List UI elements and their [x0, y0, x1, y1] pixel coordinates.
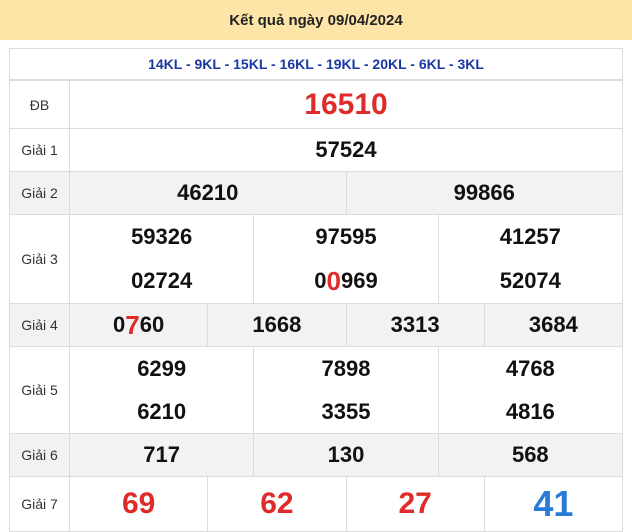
row-g5: Giải 5 6299 6210 7898 3355 4768 4816	[9, 346, 623, 434]
header-title: Kết quả ngày 09/04/2024	[229, 11, 403, 29]
prize-g4-2: 3313	[345, 304, 484, 346]
prize-g2-1: 99866	[345, 172, 623, 214]
prize-g2-0: 46210	[177, 180, 239, 205]
prize-g3-r2-1: 0 0 969	[314, 265, 378, 296]
label-g3: Giải 3	[9, 214, 70, 304]
prize-g3-r1-1: 97595	[315, 224, 377, 249]
prize-g5-r1-1: 7898	[321, 355, 371, 381]
prize-db: 16510	[69, 80, 623, 129]
prize-g5-r2-0: 6210	[137, 398, 187, 424]
label-g2: Giải 2	[9, 171, 70, 215]
prize-g4-0: 0 7 60	[113, 309, 165, 340]
results-table: ĐB 16510 Giải 1 57524 Giải 2 46210 99866…	[9, 80, 623, 532]
prize-g1: 57524	[69, 128, 623, 172]
prize-g6-2: 568	[437, 434, 622, 476]
row-g7: Giải 7 69 62 27 41	[9, 476, 623, 532]
label-g7: Giải 7	[9, 476, 70, 532]
ticket-codes: 14KL - 9KL - 15KL - 16KL - 19KL - 20KL -…	[9, 48, 623, 80]
prize-g3-r2-0: 02724	[131, 268, 193, 293]
row-db: ĐB 16510	[9, 80, 623, 129]
row-g3: Giải 3 59326 02724 97595 0 0 969 41257 520…	[9, 214, 623, 304]
results-header: Kết quả ngày 09/04/2024	[0, 0, 632, 40]
prize-g4-1: 1668	[207, 304, 345, 346]
row-g2: Giải 2 46210 99866	[9, 171, 623, 215]
label-g5: Giải 5	[9, 346, 70, 434]
label-g4: Giải 4	[9, 303, 70, 347]
results-page: Kết quả ngày 09/04/2024 14KL - 9KL - 15K…	[0, 0, 632, 532]
prize-g5-r1-2: 4768	[505, 355, 555, 381]
prize-g6-1: 130	[253, 434, 437, 476]
prize-g3-r1-0: 59326	[131, 224, 193, 249]
row-g1: Giải 1 57524	[9, 128, 623, 172]
row-g4: Giải 4 0 7 60 1668 3313 3684	[9, 303, 623, 347]
prize-g3-r1-2: 41257	[499, 224, 561, 249]
prize-g7-3: 41	[483, 477, 622, 531]
prize-g5-r2-1: 3355	[321, 398, 371, 424]
prize-g3-r2-2: 52074	[499, 268, 561, 293]
prize-g7-0: 69	[121, 487, 156, 520]
label-g6: Giải 6	[9, 433, 70, 477]
prize-g5-r2-2: 4816	[505, 398, 555, 424]
prize-g7-2: 27	[345, 477, 484, 531]
prize-g6-0: 717	[143, 442, 181, 467]
row-g6: Giải 6 717 130 568	[9, 433, 623, 477]
prize-g7-1: 62	[207, 477, 345, 531]
prize-g4-3: 3684	[483, 304, 622, 346]
label-g1: Giải 1	[9, 128, 70, 172]
label-db: ĐB	[9, 80, 70, 129]
prize-g5-r1-0: 6299	[137, 355, 187, 381]
